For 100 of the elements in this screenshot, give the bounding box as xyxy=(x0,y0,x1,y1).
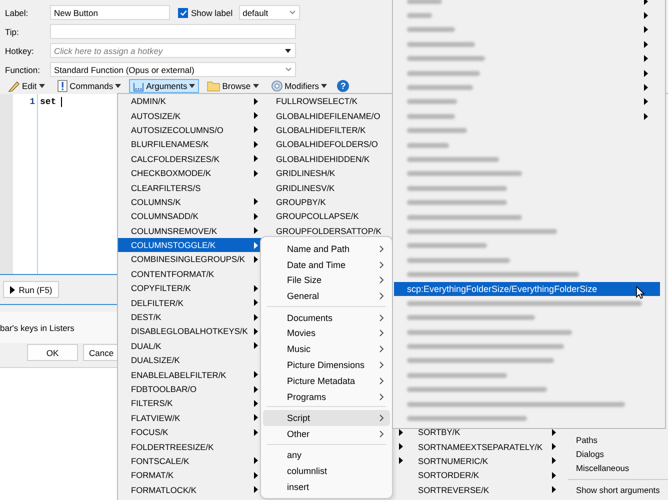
hotkey-field[interactable]: Click here to assign a hotkey xyxy=(50,43,296,58)
menu-item[interactable]: Paths xyxy=(576,432,668,447)
menu-item[interactable]: DELFILTER/K xyxy=(118,295,263,310)
menu-item[interactable]: DUAL/K xyxy=(118,338,263,354)
menu-item[interactable]: COMBINESINGLEGROUPS/K xyxy=(118,252,263,267)
submenu-arrow-icon xyxy=(644,0,648,5)
menu-item[interactable]: GRIDLINESH/K xyxy=(263,166,393,180)
mouse-cursor-icon xyxy=(636,286,645,299)
menu-item[interactable]: FORMAT/K xyxy=(118,468,263,483)
menu-item[interactable]: insert xyxy=(263,478,390,494)
menu-item[interactable]: GLOBALHIDEHIDDEN/K xyxy=(263,152,393,166)
caret-icon xyxy=(115,84,122,88)
checkbox[interactable] xyxy=(178,8,188,18)
label-field[interactable]: New Button xyxy=(50,5,170,20)
menu-item[interactable]: Name and Path xyxy=(263,241,390,257)
menu-item[interactable]: GROUPCOLLAPSE/K xyxy=(263,209,393,224)
code-text: set xyxy=(40,97,56,107)
dropdown-arrow-icon xyxy=(285,48,291,52)
style-dropdown[interactable]: default xyxy=(238,5,300,20)
menu-item[interactable]: Movies xyxy=(263,325,390,342)
menu-item[interactable]: SORTREVERSE/K xyxy=(408,482,561,497)
chevron-down-icon xyxy=(285,67,292,72)
menu-item[interactable]: AUTOSIZE/K xyxy=(118,108,263,123)
menu-item[interactable]: FDBTOOLBAR/O xyxy=(118,382,263,396)
pencil-icon xyxy=(8,80,20,92)
menu-item[interactable]: AUTOSIZECOLUMNS/O xyxy=(118,122,263,138)
menu-item[interactable]: any xyxy=(263,447,390,463)
field-label: Hotkey: xyxy=(5,46,35,56)
menu-item[interactable]: SORTNUMERIC/K xyxy=(408,454,561,468)
menu-item[interactable]: FOCUS/K xyxy=(118,424,263,440)
menu-item[interactable]: columnlist xyxy=(263,462,390,479)
field-label: Label: xyxy=(5,8,30,18)
menu-item[interactable]: DUALSIZE/K xyxy=(118,353,263,368)
menu-item[interactable]: COLUMNSADD/K xyxy=(118,209,263,224)
menu-item[interactable]: DISABLEGLOBALHOTKEYS/K xyxy=(118,324,263,339)
menu-item[interactable]: GLOBALHIDEFILTER/K xyxy=(263,122,393,138)
menu-item[interactable]: Script xyxy=(263,410,390,426)
menu-item[interactable]: COLUMNSTOGGLE/K xyxy=(118,238,263,252)
menu-item[interactable]: FOLDERTREESIZE/K xyxy=(118,439,263,454)
function-dropdown[interactable]: Standard Function (Opus or external) xyxy=(50,62,296,77)
tip-field[interactable] xyxy=(50,24,296,39)
menu-item[interactable]: CONTENTFORMAT/K xyxy=(118,266,263,282)
menu-item[interactable]: Date and Time xyxy=(263,256,390,273)
menu-item[interactable]: SORTBY/K xyxy=(408,424,561,440)
modifiers-button[interactable]: Modifiers xyxy=(266,79,332,93)
arguments-button[interactable]: Arguments xyxy=(129,79,200,93)
menu-item[interactable]: FORMATLOCK/K xyxy=(118,482,263,497)
blurred-label xyxy=(407,128,467,134)
exclamation-icon xyxy=(56,80,68,92)
checkbox-label: Show label xyxy=(191,8,233,18)
menu-item[interactable]: COLUMNSREMOVE/K xyxy=(118,224,263,238)
menu-item[interactable]: COPYFILTER/K xyxy=(118,281,263,296)
menu-item[interactable]: CHECKBOXMODE/K xyxy=(118,166,263,180)
dotted-box-icon xyxy=(133,80,144,92)
checkmark-icon xyxy=(180,10,186,16)
menu-item[interactable]: COLUMNS/K xyxy=(118,194,263,210)
menu-item[interactable]: FLATVIEW/K xyxy=(118,410,263,425)
menu-item[interactable]: File Size xyxy=(263,272,390,288)
menu-item[interactable]: CALCFOLDERSIZES/K xyxy=(118,152,263,166)
menu-item[interactable]: FILTERS/K xyxy=(118,396,263,411)
menu-item[interactable]: Other xyxy=(263,426,390,442)
commands-button[interactable]: Commands xyxy=(52,79,126,93)
run-button[interactable]: Run (F5) xyxy=(3,281,59,298)
blurred-label xyxy=(407,42,475,47)
dialog-button[interactable]: OK xyxy=(27,344,78,361)
blurred-label xyxy=(407,0,442,4)
menu-item[interactable]: FONTSCALE/K xyxy=(118,454,263,468)
menu-item[interactable]: CLEARFILTERS/S xyxy=(118,180,263,195)
menu-item[interactable]: ADMIN/K xyxy=(118,94,263,108)
menu-item[interactable]: GLOBALHIDEFILENAME/O xyxy=(263,108,393,123)
menu-item[interactable]: GROUPFOLDERSATTOP/K xyxy=(263,224,393,238)
menu-item[interactable]: Show short arguments xyxy=(576,482,668,497)
field-label: Tip: xyxy=(5,26,20,36)
menu-item[interactable]: GROUPBY/K xyxy=(263,194,393,210)
blurred-label xyxy=(407,142,449,148)
help-button[interactable]: ? xyxy=(337,80,350,92)
menu-item[interactable]: General xyxy=(263,288,390,304)
blurred-label xyxy=(407,99,457,104)
menu-item[interactable]: FULLROWSELECT/K xyxy=(263,94,393,108)
menu-item[interactable]: Picture Dimensions xyxy=(263,357,390,373)
menu-item[interactable]: scp:EverythingFolderSize/EverythingFolderSize xyxy=(394,282,660,296)
chevron-down-icon xyxy=(288,10,296,15)
browse-button[interactable]: Browse xyxy=(203,79,263,93)
menu-item[interactable]: SORTNAMEEXTSEPARATELY/K xyxy=(408,439,561,454)
menu-item[interactable]: Programs xyxy=(263,388,390,404)
menu-item[interactable]: GRIDLINESV/K xyxy=(263,180,393,195)
menu-item[interactable]: DEST/K xyxy=(118,310,263,324)
menu-item[interactable]: Miscellaneous xyxy=(576,461,668,476)
menu-item[interactable]: Picture Metadata xyxy=(263,372,390,389)
blurred-label xyxy=(407,13,432,18)
edit-button[interactable]: Edit xyxy=(4,79,49,93)
menu-item[interactable]: Dialogs xyxy=(576,446,668,462)
caret-icon xyxy=(38,84,45,88)
menu-item[interactable]: SORTORDER/K xyxy=(408,468,561,483)
menu-item[interactable]: GLOBALHIDEFOLDERS/O xyxy=(263,137,393,152)
menu-item[interactable]: Music xyxy=(263,341,390,358)
dialog-button[interactable]: Cance xyxy=(83,344,117,361)
menu-item[interactable]: Documents xyxy=(263,310,390,326)
menu-item[interactable]: BLURFILENAMES/K xyxy=(118,137,263,152)
menu-item[interactable]: ENABLELABELFILTER/K xyxy=(118,367,263,382)
